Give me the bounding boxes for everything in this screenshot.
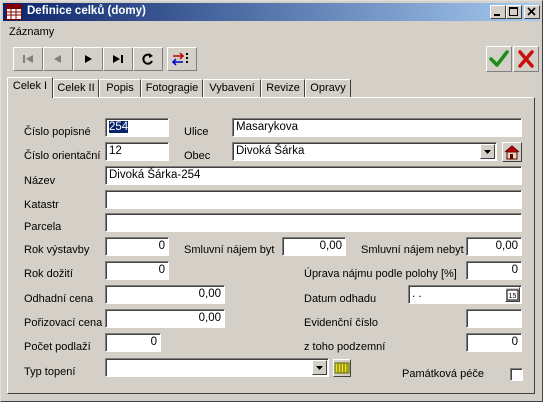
nazev-label: Název — [24, 175, 56, 187]
house-icon — [504, 145, 520, 160]
minimize-button[interactable] — [490, 5, 506, 19]
smluvni-najem-byt-field[interactable]: 0,00 — [282, 237, 346, 256]
window-title: Definice celků (domy) — [27, 5, 146, 17]
typ-topeni-dropdown-button[interactable] — [312, 360, 327, 375]
chevron-down-icon — [316, 366, 323, 370]
katastr-label: Katastr — [24, 199, 59, 211]
z-toho-podzemni-label: z toho podzemní — [304, 341, 386, 353]
smluvni-najem-byt-label: Smluvní nájem byt — [184, 244, 275, 256]
evidencni-cislo-label: Evidenční číslo — [304, 317, 378, 329]
rok-doziti-label: Rok dožití — [24, 268, 73, 280]
pamatkova-pece-label: Památková péče — [402, 368, 484, 380]
checkmark-icon — [489, 50, 509, 67]
rok-vystavby-field[interactable]: 0 — [105, 237, 169, 256]
menu-bar: Záznamy — [3, 23, 540, 41]
sort-arrows-icon — [171, 52, 188, 66]
last-record-button[interactable] — [103, 47, 133, 71]
datum-odhadu-field[interactable]: . . 15 — [408, 285, 522, 304]
porizovaci-cena-field[interactable]: 0,00 — [105, 309, 225, 328]
calendar-day: 15 — [509, 293, 517, 300]
toolbar — [3, 43, 540, 77]
ulice-label: Ulice — [184, 126, 209, 138]
refresh-button[interactable] — [133, 47, 163, 71]
pamatkova-pece-checkbox[interactable] — [510, 368, 523, 381]
close-icon — [527, 7, 536, 16]
last-record-icon — [113, 55, 123, 63]
calendar-icon: 15 — [506, 289, 519, 301]
cislo-orientacni-label: Číslo orientační — [24, 150, 101, 162]
main-window: Definice celků (domy) Záznamy Celek I Ce… — [0, 0, 543, 402]
ulice-field[interactable]: Masarykova — [232, 118, 522, 137]
datum-odhadu-label: Datum odhadu — [304, 293, 377, 305]
uprava-najmu-label: Úprava nájmu podle polohy [%] — [304, 268, 457, 280]
chevron-down-icon — [484, 150, 491, 154]
previous-record-icon — [54, 55, 61, 63]
porizovaci-cena-label: Pořizovací cena — [24, 317, 103, 329]
tab-popis[interactable]: Popis — [99, 79, 141, 97]
tab-fotogragie[interactable]: Fotogragie — [141, 79, 203, 97]
cislo-popisne-field[interactable]: 254 — [105, 118, 169, 137]
typ-topeni-combobox[interactable] — [105, 358, 329, 377]
parcela-label: Parcela — [24, 221, 62, 233]
typ-topeni-lookup-button[interactable] — [333, 359, 351, 377]
pocet-podlazi-field[interactable]: 0 — [105, 333, 161, 352]
title-bar[interactable]: Definice celků (domy) — [3, 3, 540, 21]
uprava-najmu-field[interactable]: 0 — [466, 261, 522, 280]
tab-opravy[interactable]: Opravy — [305, 79, 351, 97]
datum-odhadu-value: . . — [412, 288, 422, 300]
confirm-button[interactable] — [486, 46, 512, 72]
odhadni-cena-label: Odhadní cena — [24, 293, 94, 305]
rok-doziti-field[interactable]: 0 — [105, 261, 169, 280]
parcela-field[interactable] — [105, 213, 522, 232]
odhadni-cena-field[interactable]: 0,00 — [105, 285, 225, 304]
tab-revize[interactable]: Revize — [261, 79, 305, 97]
obec-label: Obec — [184, 150, 211, 162]
tab-celek-1[interactable]: Celek I — [7, 77, 53, 98]
evidencni-cislo-field[interactable] — [466, 309, 522, 328]
form-panel: Číslo popisné 254 Ulice Masarykova Číslo… — [7, 97, 535, 394]
maximize-button[interactable] — [506, 5, 522, 19]
menu-zaznamy[interactable]: Záznamy — [9, 26, 54, 38]
refresh-icon — [142, 53, 153, 65]
close-window-button[interactable] — [524, 5, 540, 19]
smluvni-najem-nebyt-field[interactable]: 0,00 — [466, 237, 522, 256]
tab-strip: Celek I Celek II Popis Fotogragie Vybave… — [7, 77, 537, 98]
typ-topeni-label: Typ topení — [24, 366, 76, 378]
cislo-orientacni-field[interactable]: 12 — [105, 142, 169, 161]
pocet-podlazi-label: Počet podlaží — [24, 341, 91, 353]
app-icon — [6, 4, 22, 20]
tab-celek-2[interactable]: Celek II — [53, 79, 99, 97]
minimize-icon — [494, 14, 500, 16]
cislo-popisne-value: 254 — [109, 121, 129, 133]
first-record-button[interactable] — [13, 47, 43, 71]
z-toho-podzemni-field[interactable]: 0 — [466, 333, 522, 352]
cancel-button[interactable] — [513, 46, 539, 72]
radiator-icon — [334, 362, 350, 374]
cislo-popisne-label: Číslo popisné — [24, 126, 91, 138]
first-record-icon — [23, 55, 33, 63]
obec-dropdown-button[interactable] — [480, 144, 495, 159]
sort-button[interactable] — [167, 47, 197, 71]
calendar-button[interactable]: 15 — [505, 287, 520, 302]
maximize-icon — [509, 7, 518, 16]
cancel-x-icon — [518, 50, 534, 68]
smluvni-najem-nebyt-label: Smluvní nájem nebyt — [361, 244, 464, 256]
next-record-button[interactable] — [73, 47, 103, 71]
rok-vystavby-label: Rok výstavby — [24, 244, 90, 256]
obec-combobox[interactable]: Divoká Šárka — [232, 142, 497, 161]
nazev-field[interactable]: Divoká Šárka-254 — [105, 166, 522, 185]
next-record-icon — [85, 55, 92, 63]
obec-value: Divoká Šárka — [236, 145, 305, 157]
previous-record-button[interactable] — [43, 47, 73, 71]
katastr-field[interactable] — [105, 190, 522, 209]
tab-vybaveni[interactable]: Vybavení — [203, 79, 261, 97]
obec-lookup-button[interactable] — [502, 142, 522, 162]
